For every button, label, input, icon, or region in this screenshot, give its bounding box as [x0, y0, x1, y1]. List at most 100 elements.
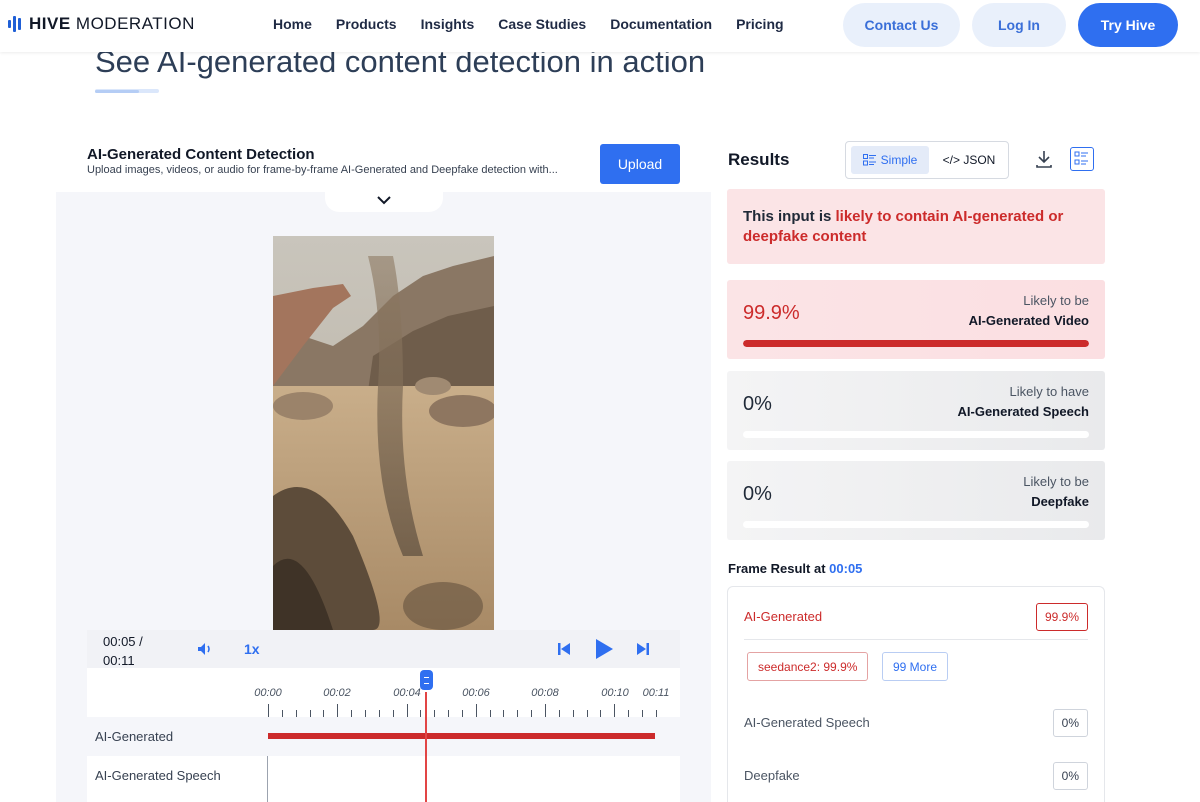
details-view-icon[interactable] [1070, 147, 1094, 171]
timeline-tick [531, 710, 533, 717]
chevron-down-icon [377, 195, 391, 204]
score-bar [743, 340, 1089, 347]
video-frame[interactable] [273, 236, 494, 630]
frame-deepfake-score-badge: 0% [1052, 762, 1088, 790]
player-controls: 00:05 / 00:11 1x [87, 630, 680, 668]
nav-documentation[interactable]: Documentation [610, 16, 712, 32]
timeline-tick [392, 710, 394, 717]
play-icon[interactable] [594, 638, 614, 660]
score-category: AI-Generated Video [968, 313, 1089, 328]
timeline-tick [268, 704, 269, 717]
demo-panel-header: AI-Generated Content Detection Upload im… [56, 130, 711, 192]
more-models-button[interactable]: 99 More [882, 652, 949, 681]
list-view-icon [862, 154, 876, 166]
headline-underline [95, 89, 159, 93]
timeline-tick [461, 710, 463, 717]
frame-speech-score-badge: 0% [1052, 709, 1088, 737]
score-bar-fill [743, 340, 1089, 347]
frame-deepfake-label: Deepfake [744, 768, 800, 783]
timeline-scrubber[interactable] [420, 670, 433, 690]
playback-speed[interactable]: 1x [244, 641, 260, 657]
timeline-tick [545, 704, 546, 717]
score-percent: 99.9% [743, 302, 800, 324]
timeline-tick [337, 704, 339, 717]
nav-insights[interactable]: Insights [421, 16, 475, 32]
timeline-tick [378, 710, 380, 717]
score-card-ai-speech: 0% Likely to have AI-Generated Speech [727, 371, 1105, 450]
timeline-tick [281, 710, 283, 717]
timeline-tick [475, 704, 477, 717]
demo-panel-subtitle: Upload images, videos, or audio for fram… [87, 164, 558, 176]
timeline-tick [655, 710, 657, 717]
video-player: 00:05 / 00:11 1x 00:00 00:02 00:04 00:06 [87, 630, 680, 802]
timeline-tick [641, 710, 643, 717]
demo-panel-title: AI-Generated Content Detection [87, 146, 315, 163]
timeline-tick [295, 710, 297, 717]
track-row-ai-generated: AI-Generated [87, 717, 680, 756]
nav-case-studies[interactable]: Case Studies [498, 16, 586, 32]
demo-panel: AI-Generated Content Detection Upload im… [56, 130, 711, 802]
timeline-label: 00:08 [531, 687, 559, 699]
frame-result-panel: AI-Generated 99.9% seedance2: 99.9% 99 M… [727, 586, 1105, 802]
json-view-tab[interactable]: </> JSON [936, 146, 1002, 174]
track-row-ai-speech: AI-Generated Speech [87, 756, 680, 795]
timeline-tick [517, 710, 519, 717]
timeline-tick [572, 710, 574, 717]
timeline-label: 00:02 [323, 687, 351, 699]
contact-us-button[interactable]: Contact Us [843, 3, 960, 47]
timeline-tick [351, 710, 353, 717]
skip-back-icon[interactable] [557, 642, 571, 656]
score-card-ai-video: 99.9% Likely to be AI-Generated Video [727, 280, 1105, 359]
download-icon[interactable] [1036, 150, 1052, 168]
results-title: Results [728, 150, 790, 169]
timeline-tick [364, 710, 366, 717]
video-thumbnail [273, 236, 494, 630]
timeline-tick [558, 710, 560, 717]
timeline-tick [434, 710, 436, 717]
skip-forward-icon[interactable] [636, 642, 650, 656]
track-fill-ai-generated [268, 733, 655, 739]
score-bar [743, 521, 1089, 528]
score-caption: Likely to be [1023, 474, 1089, 489]
timeline-tick [586, 710, 588, 717]
score-percent: 0% [743, 393, 772, 415]
score-category: AI-Generated Speech [957, 404, 1090, 419]
nav-home[interactable]: Home [273, 16, 312, 32]
volume-icon[interactable] [197, 642, 213, 656]
timeline-label: 00:06 [462, 687, 490, 699]
timeline-label: 00:00 [254, 687, 282, 699]
score-caption: Likely to have [1009, 384, 1090, 399]
nav-pricing[interactable]: Pricing [736, 16, 783, 32]
simple-view-tab[interactable]: Simple [851, 146, 929, 174]
top-navigation: HIVE MODERATION Home Products Insights C… [0, 0, 1200, 52]
frame-ai-score-badge: 99.9% [1035, 603, 1088, 631]
view-toggle: Simple </> JSON [845, 141, 1009, 179]
timeline-tick [420, 710, 422, 717]
score-card-deepfake: 0% Likely to be Deepfake [727, 461, 1105, 540]
model-score-tag[interactable]: seedance2: 99.9% [747, 652, 869, 681]
timeline-tick [406, 704, 408, 717]
timeline-label: 00:04 [393, 687, 421, 699]
nav-products[interactable]: Products [336, 16, 397, 32]
timeline-tick [600, 710, 602, 717]
playback-time: 00:05 / 00:11 [103, 634, 143, 668]
timeline-tick [323, 710, 325, 717]
hive-logo[interactable]: HIVE MODERATION [8, 14, 195, 34]
score-bar [743, 431, 1089, 438]
collapse-toggle[interactable] [325, 188, 443, 212]
timeline-tick [628, 710, 630, 717]
timeline-label: 00:10 [601, 687, 629, 699]
frame-speech-label: AI-Generated Speech [744, 715, 870, 730]
timeline-label: 00:11 [642, 687, 670, 699]
track-label: AI-Generated [95, 729, 174, 744]
upload-button[interactable]: Upload [600, 144, 680, 184]
timeline-tick [503, 710, 505, 717]
log-in-button[interactable]: Log In [972, 3, 1066, 47]
brand-name: HIVE MODERATION [29, 14, 195, 33]
timeline-tick [614, 704, 616, 717]
frame-ai-label: AI-Generated [744, 609, 823, 624]
try-hive-button[interactable]: Try Hive [1078, 3, 1178, 47]
timeline-tick [448, 710, 450, 717]
frame-result-title: Frame Result at 00:05 [728, 561, 863, 576]
score-percent: 0% [743, 483, 772, 505]
